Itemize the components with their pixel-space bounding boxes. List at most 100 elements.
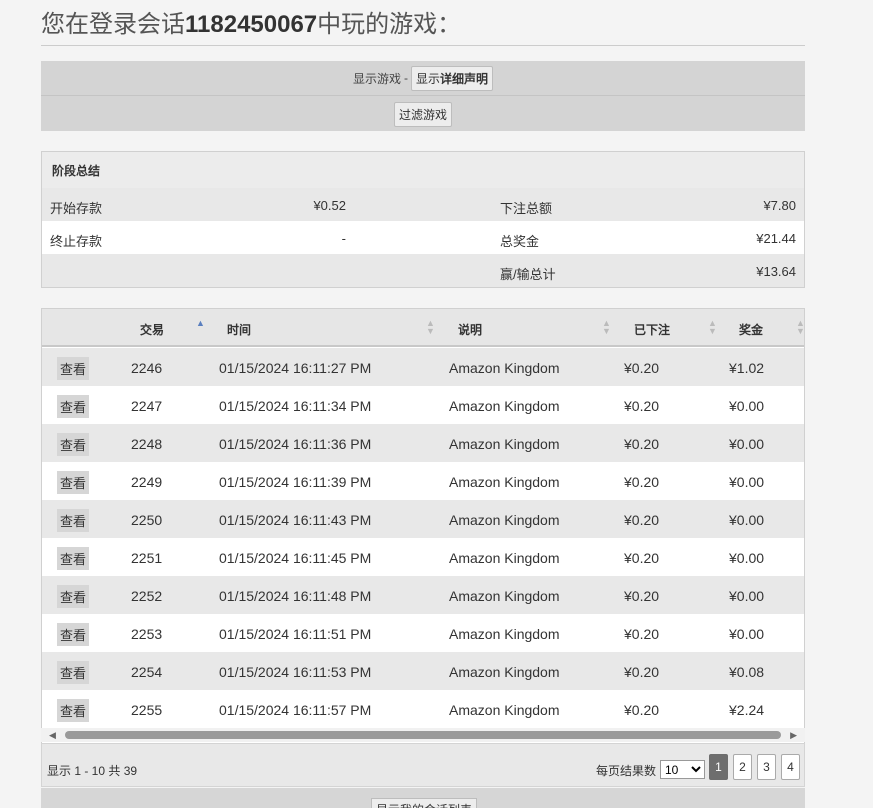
table-row: 查看 2253 01/15/2024 16:11:51 PM Amazon Kingd…	[42, 614, 804, 652]
cell-bet: ¥0.20	[624, 474, 660, 490]
show-details-button[interactable]: 显示详细声明	[410, 65, 494, 91]
cell-time: 01/15/2024 16:11:34 PM	[219, 398, 372, 414]
header-bet[interactable]: 已下注	[634, 321, 670, 338]
cell-description: Amazon Kingdom	[449, 398, 560, 414]
cell-transaction: 2253	[131, 626, 163, 642]
results-info: 显示 1 - 10 共 39	[47, 764, 138, 778]
cell-description: Amazon Kingdom	[449, 512, 560, 528]
cell-time: 01/15/2024 16:11:39 PM	[219, 474, 372, 490]
view-button[interactable]: 查看	[57, 433, 90, 456]
page-button-4[interactable]: 4	[781, 754, 800, 780]
view-button[interactable]: 查看	[57, 585, 90, 608]
cell-bet: ¥0.20	[624, 588, 660, 604]
show-details-bold: 详细声明	[440, 71, 489, 86]
page-button-1[interactable]: 1	[709, 754, 728, 780]
show-details-prefix: 显示	[415, 71, 440, 86]
table-body: 查看 2246 01/15/2024 16:11:27 PM Amazon Kingd…	[42, 348, 804, 728]
start-balance-value: ¥0.52	[313, 198, 346, 213]
sort-both-icon[interactable]: ▲ ▼	[602, 319, 611, 336]
end-balance-label: 终止存款	[50, 234, 103, 249]
scroll-left-arrow-icon[interactable]: ◀	[49, 730, 56, 741]
cell-bet: ¥0.20	[624, 360, 660, 376]
per-page-label: 每页结果数	[596, 764, 657, 778]
sort-both-icon[interactable]: ▲ ▼	[796, 319, 804, 336]
cell-win: ¥0.00	[729, 626, 765, 642]
cell-description: Amazon Kingdom	[449, 626, 560, 642]
page-button-2[interactable]: 2	[733, 754, 752, 780]
summary-title: 阶段总结	[42, 152, 804, 188]
view-button[interactable]: 查看	[57, 661, 90, 684]
cell-win: ¥2.24	[729, 702, 765, 718]
cell-description: Amazon Kingdom	[449, 436, 560, 452]
sort-both-icon[interactable]: ▲ ▼	[708, 319, 717, 336]
cell-transaction: 2249	[131, 474, 163, 490]
table-row: 查看 2246 01/15/2024 16:11:27 PM Amazon Kingd…	[42, 348, 804, 386]
cell-bet: ¥0.20	[624, 398, 660, 414]
scroll-right-arrow-icon[interactable]: ▶	[790, 730, 797, 741]
scrollbar-thumb[interactable]	[65, 731, 781, 739]
cell-transaction: 2250	[131, 512, 163, 528]
view-button[interactable]: 查看	[57, 699, 90, 722]
view-button[interactable]: 查看	[57, 623, 90, 646]
sort-both-icon[interactable]: ▲ ▼	[426, 319, 435, 336]
total-win-value: ¥21.44	[756, 231, 796, 246]
cell-time: 01/15/2024 16:11:53 PM	[219, 664, 372, 680]
end-balance-value: -	[341, 231, 346, 246]
per-page-select[interactable]: 10	[660, 760, 705, 779]
view-button[interactable]: 查看	[57, 471, 90, 494]
cell-time: 01/15/2024 16:11:57 PM	[219, 702, 372, 718]
table-row: 查看 2252 01/15/2024 16:11:48 PM Amazon Kingd…	[42, 576, 804, 614]
cell-description: Amazon Kingdom	[449, 360, 560, 376]
cell-time: 01/15/2024 16:11:27 PM	[219, 360, 372, 376]
filter-panel: 显示游戏 - 显示详细声明 过滤游戏	[41, 61, 805, 131]
sort-ascending-icon[interactable]: ▲	[196, 319, 205, 328]
page-button-3[interactable]: 3	[757, 754, 776, 780]
period-summary: 阶段总结 开始存款 ¥0.52 下注总额 ¥7.80 终止存款 - 总奖金 ¥2…	[41, 151, 805, 288]
total-win-label: 总奖金	[500, 234, 540, 249]
table-row: 查看 2251 01/15/2024 16:11:45 PM Amazon Kingd…	[42, 538, 804, 576]
filter-separator: -	[403, 71, 408, 85]
total-bet-label: 下注总额	[500, 201, 553, 216]
cell-time: 01/15/2024 16:11:36 PM	[219, 436, 372, 452]
cell-time: 01/15/2024 16:11:48 PM	[219, 588, 372, 604]
cell-time: 01/15/2024 16:11:51 PM	[219, 626, 372, 642]
cell-win: ¥0.00	[729, 436, 765, 452]
header-time[interactable]: 时间	[227, 321, 251, 338]
title-suffix: 中玩的游戏：	[317, 11, 462, 38]
summary-row: 赢/输总计 ¥13.64	[42, 254, 804, 287]
view-button[interactable]: 查看	[57, 547, 90, 570]
games-table: 交易 ▲ 时间 ▲ ▼ 说明 ▲ ▼ 已下注 ▲ ▼ 奖金 ▲ ▼ 查看 2246 01/1…	[41, 308, 805, 743]
cell-description: Amazon Kingdom	[449, 664, 560, 680]
cell-win: ¥0.00	[729, 398, 765, 414]
header-transaction[interactable]: 交易	[140, 321, 164, 338]
cell-transaction: 2254	[131, 664, 163, 680]
bottom-panel: 显示我的会话列表	[41, 788, 805, 808]
cell-description: Amazon Kingdom	[449, 588, 560, 604]
title-divider	[41, 45, 805, 46]
table-row: 查看 2250 01/15/2024 16:11:43 PM Amazon Kingd…	[42, 500, 804, 538]
show-sessions-button[interactable]: 显示我的会话列表	[371, 798, 478, 808]
table-row: 查看 2249 01/15/2024 16:11:39 PM Amazon Kingd…	[42, 462, 804, 500]
table-header: 交易 ▲ 时间 ▲ ▼ 说明 ▲ ▼ 已下注 ▲ ▼ 奖金 ▲ ▼	[42, 308, 804, 347]
view-button[interactable]: 查看	[57, 357, 90, 380]
header-description[interactable]: 说明	[458, 321, 482, 338]
horizontal-scrollbar[interactable]: ◀ ▶	[41, 728, 805, 742]
view-button[interactable]: 查看	[57, 509, 90, 532]
table-row: 查看 2247 01/15/2024 16:11:34 PM Amazon Kingd…	[42, 386, 804, 424]
filter-games-button[interactable]: 过滤游戏	[393, 101, 452, 127]
cell-transaction: 2246	[131, 360, 163, 376]
filter-row-display: 显示游戏 - 显示详细声明	[41, 61, 805, 96]
cell-win: ¥0.00	[729, 550, 765, 566]
view-button[interactable]: 查看	[57, 395, 90, 418]
header-win[interactable]: 奖金	[739, 321, 763, 338]
cell-transaction: 2247	[131, 398, 163, 414]
cell-bet: ¥0.20	[624, 626, 660, 642]
cell-bet: ¥0.20	[624, 702, 660, 718]
table-footer: 显示 1 - 10 共 39 每页结果数 10 1234	[41, 743, 805, 787]
cell-description: Amazon Kingdom	[449, 702, 560, 718]
cell-description: Amazon Kingdom	[449, 474, 560, 490]
cell-bet: ¥0.20	[624, 512, 660, 528]
session-id: 1182450067	[185, 11, 318, 38]
total-bet-value: ¥7.80	[763, 198, 796, 213]
filter-row-action: 过滤游戏	[41, 97, 805, 131]
